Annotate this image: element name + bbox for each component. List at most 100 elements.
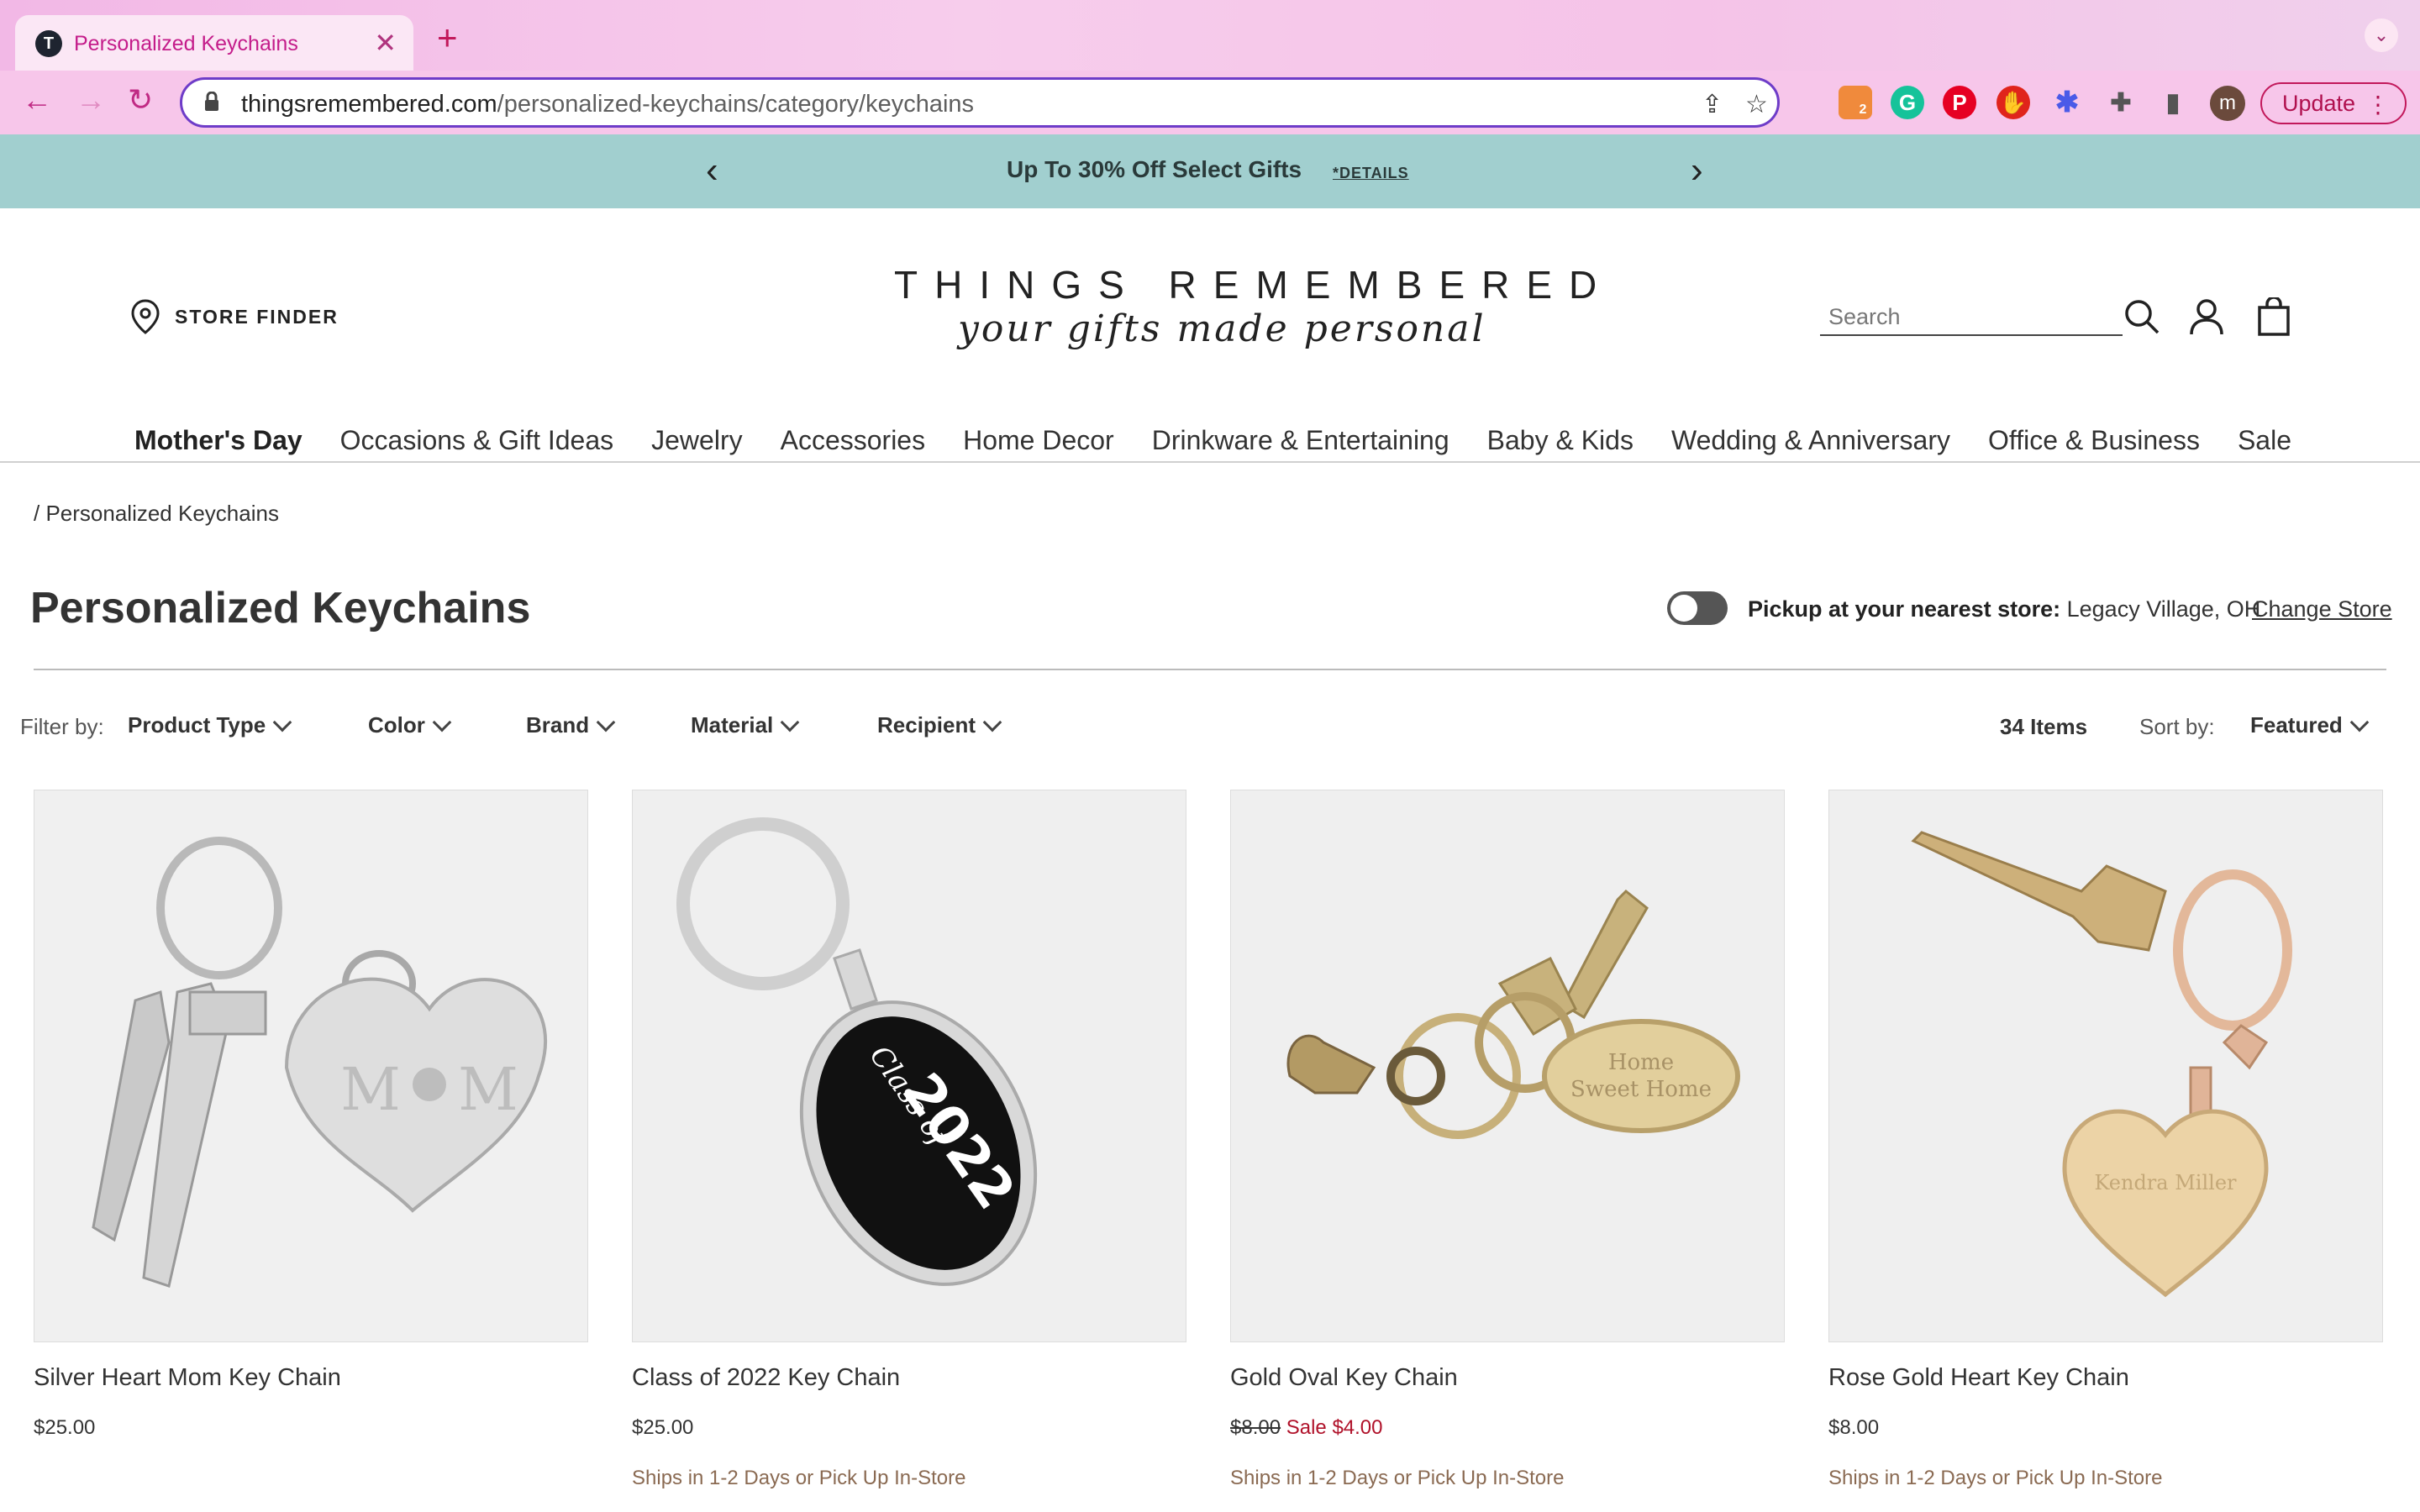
update-button[interactable]: Update ⋮: [2260, 82, 2407, 124]
product-card[interactable]: Home Sweet Home Gold Oval Key Chain $8.0…: [1230, 790, 1785, 1489]
filter-recipient[interactable]: Recipient: [877, 712, 1002, 738]
account-icon[interactable]: [2188, 297, 2225, 336]
engraving-home: Home: [1608, 1050, 1674, 1075]
filter-bar: Filter by: Product Type Color Brand Mate…: [20, 712, 2390, 746]
map-pin-icon: [131, 299, 160, 334]
search-field[interactable]: [1820, 301, 2123, 336]
extensions-puzzle-icon[interactable]: ✚: [2104, 86, 2138, 119]
promo-prev-icon[interactable]: ‹: [706, 150, 718, 192]
change-store-link[interactable]: Change Store: [2252, 596, 2392, 622]
shopping-bag-icon[interactable]: [2257, 297, 2291, 336]
pickup-toggle[interactable]: [1667, 591, 1728, 625]
filter-material[interactable]: Material: [691, 712, 800, 738]
side-panel-icon[interactable]: ▮: [2156, 86, 2190, 119]
search-input[interactable]: [1820, 301, 2123, 333]
profile-avatar[interactable]: m: [2210, 86, 2245, 121]
product-image[interactable]: M M: [34, 790, 588, 1342]
promo-text[interactable]: Up To 30% Off Select Gifts: [1007, 156, 1302, 183]
items-count: 34 Items: [2000, 714, 2088, 739]
chevron-down-icon: [2349, 712, 2370, 732]
site-logo-tagline: your gifts made personal: [958, 307, 1486, 350]
pickup-store-text: Pickup at your nearest store: Legacy Vil…: [1748, 596, 2261, 622]
sort-select[interactable]: Featured: [2250, 712, 2370, 738]
nav-item-occasions[interactable]: Occasions & Gift Ideas: [340, 425, 613, 456]
nav-item-mothers-day[interactable]: Mother's Day: [134, 425, 302, 456]
tab-title: Personalized Keychains: [74, 32, 298, 55]
nav-item-sale[interactable]: Sale: [2238, 425, 2291, 456]
product-price: $8.00 Sale $4.00: [1230, 1416, 1383, 1440]
engraving-m1: M: [340, 1055, 401, 1124]
product-price: $8.00: [1828, 1416, 1880, 1439]
search-icon[interactable]: [2123, 297, 2161, 336]
product-card[interactable]: M M Silver Heart Mom Key Chain $25.00: [34, 790, 588, 1439]
shipping-note: Ships in 1-2 Days or Pick Up In-Store: [1828, 1467, 2163, 1489]
site-favicon-icon: T: [35, 30, 62, 57]
bookmark-star-icon[interactable]: ☆: [1745, 90, 1768, 119]
shipping-note: Ships in 1-2 Days or Pick Up In-Store: [1230, 1467, 1565, 1489]
sort-label: Sort by:: [2139, 714, 2215, 739]
engraving-sweet-home: Sweet Home: [1570, 1077, 1712, 1102]
new-tab-button[interactable]: +: [437, 20, 458, 55]
promo-banner: ‹ Up To 30% Off Select Gifts *DETAILS ›: [0, 134, 2420, 208]
store-finder-link[interactable]: STORE FINDER: [131, 299, 339, 334]
sparkle-extension-icon[interactable]: ✱: [2050, 86, 2084, 119]
promo-details-link[interactable]: *DETAILS: [1333, 165, 1409, 182]
chevron-down-icon: [272, 712, 292, 732]
nav-item-accessories[interactable]: Accessories: [781, 425, 926, 456]
original-price: $8.00: [1230, 1416, 1281, 1439]
tab-close-icon[interactable]: ✕: [374, 27, 397, 59]
product-name[interactable]: Gold Oval Key Chain: [1230, 1364, 1458, 1392]
forward-icon[interactable]: →: [76, 82, 106, 118]
chevron-down-icon: [432, 712, 452, 732]
product-image[interactable]: Kendra Miller: [1828, 790, 2383, 1342]
product-image[interactable]: Home Sweet Home: [1230, 790, 1785, 1342]
tab-search-icon[interactable]: ⌄: [2365, 18, 2398, 52]
product-card[interactable]: Class of 2022 Class of 2022 Key Chain $2…: [632, 790, 1186, 1489]
product-name[interactable]: Class of 2022 Key Chain: [632, 1364, 900, 1392]
pinterest-icon[interactable]: P: [1943, 86, 1976, 119]
promo-next-icon[interactable]: ›: [1691, 150, 1703, 192]
filter-product-type[interactable]: Product Type: [128, 712, 292, 738]
url-text[interactable]: thingsremembered.com/personalized-keycha…: [241, 91, 974, 118]
chevron-down-icon: [780, 712, 800, 732]
extension-badge-icon[interactable]: 2: [1839, 86, 1872, 119]
engraving-name: Kendra Miller: [2095, 1171, 2238, 1194]
filter-color[interactable]: Color: [368, 712, 452, 738]
lock-icon: [205, 92, 218, 111]
engraving-m2: M: [458, 1055, 518, 1124]
nav-item-wedding[interactable]: Wedding & Anniversary: [1671, 425, 1950, 456]
breadcrumb[interactable]: / Personalized Keychains: [34, 501, 279, 527]
site-logo[interactable]: THINGS REMEMBERED: [894, 262, 1597, 307]
shield-extension-icon[interactable]: ✋: [1996, 86, 2030, 119]
title-divider: [34, 669, 2386, 670]
back-icon[interactable]: ←: [22, 82, 52, 118]
chevron-down-icon: [596, 712, 616, 732]
browser-menu-icon[interactable]: ⋮: [2366, 91, 2390, 118]
share-icon[interactable]: ⇪: [1702, 90, 1723, 119]
nav-item-drinkware[interactable]: Drinkware & Entertaining: [1152, 425, 1449, 456]
product-name[interactable]: Silver Heart Mom Key Chain: [34, 1364, 341, 1392]
browser-tabstrip: T Personalized Keychains ✕ + ⌄: [0, 0, 2420, 71]
browser-toolbar: ← → ↻ thingsremembered.com/personalized-…: [0, 71, 2420, 134]
browser-tab[interactable]: T Personalized Keychains ✕: [15, 15, 413, 71]
nav-item-office[interactable]: Office & Business: [1988, 425, 2200, 456]
sale-price: Sale $4.00: [1286, 1416, 1383, 1439]
product-price: $25.00: [34, 1416, 96, 1439]
product-name[interactable]: Rose Gold Heart Key Chain: [1828, 1364, 2129, 1392]
product-image[interactable]: Class of 2022: [632, 790, 1186, 1342]
filter-brand[interactable]: Brand: [526, 712, 616, 738]
product-price: $25.00: [632, 1416, 694, 1439]
grammarly-icon[interactable]: G: [1891, 86, 1924, 119]
nav-item-home-decor[interactable]: Home Decor: [963, 425, 1114, 456]
nav-divider: [0, 461, 2420, 463]
nav-item-jewelry[interactable]: Jewelry: [651, 425, 742, 456]
filter-label: Filter by:: [20, 714, 104, 739]
chevron-down-icon: [982, 712, 1002, 732]
page-title: Personalized Keychains: [30, 584, 531, 633]
nav-item-baby-kids[interactable]: Baby & Kids: [1487, 425, 1634, 456]
reload-icon[interactable]: ↻: [128, 82, 153, 118]
shipping-note: Ships in 1-2 Days or Pick Up In-Store: [632, 1467, 966, 1489]
main-navigation: Mother's Day Occasions & Gift Ideas Jewe…: [134, 425, 2329, 456]
product-card[interactable]: Kendra Miller Rose Gold Heart Key Chain …: [1828, 790, 2383, 1489]
address-bar[interactable]: thingsremembered.com/personalized-keycha…: [180, 77, 1780, 128]
